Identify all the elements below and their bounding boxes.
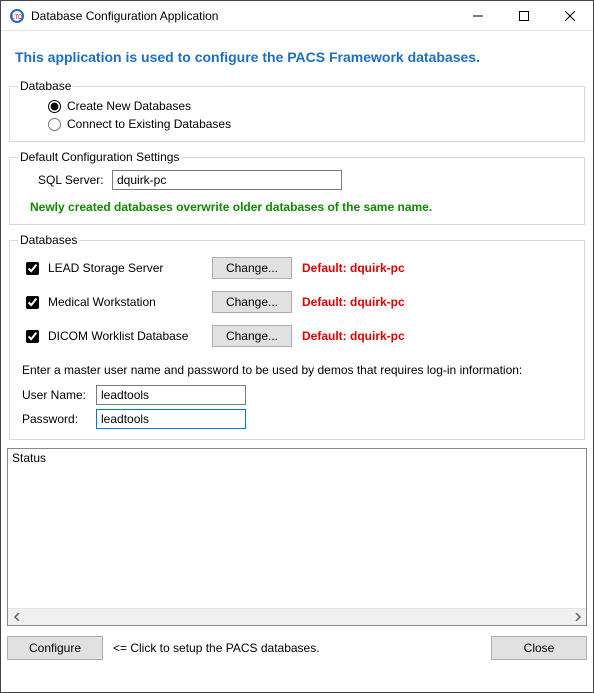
content-area: This application is used to configure th… <box>1 31 593 440</box>
configure-button[interactable]: Configure <box>7 636 103 660</box>
db-label: Medical Workstation <box>48 295 156 309</box>
sql-server-input[interactable] <box>112 170 342 190</box>
radio-connect[interactable] <box>48 118 61 131</box>
radio-connect-label: Connect to Existing Databases <box>67 117 231 131</box>
password-label: Password: <box>22 412 90 426</box>
status-label: Status <box>12 451 46 465</box>
overwrite-warning: Newly created databases overwrite older … <box>18 192 576 216</box>
app-icon: LTD <box>9 8 25 24</box>
change-button-medical-workstation[interactable]: Change... <box>212 291 292 313</box>
password-row: Password: <box>18 407 576 431</box>
page-heading: This application is used to configure th… <box>15 49 583 65</box>
bottom-bar: Configure <= Click to setup the PACS dat… <box>1 630 593 666</box>
db-row-medical-workstation: Medical Workstation Change... Default: d… <box>18 285 576 319</box>
sql-server-label: SQL Server: <box>38 173 106 187</box>
sql-server-row: SQL Server: <box>18 168 576 192</box>
db-row-dicom-worklist: DICOM Worklist Database Change... Defaul… <box>18 319 576 353</box>
change-button-dicom-worklist[interactable]: Change... <box>212 325 292 347</box>
username-row: User Name: <box>18 383 576 407</box>
default-tag-dicom-worklist: Default: dquirk-pc <box>302 329 405 343</box>
group-databases-legend: Databases <box>18 233 79 247</box>
minimize-button[interactable] <box>455 1 501 30</box>
radio-create-label: Create New Databases <box>67 99 191 113</box>
configure-hint: <= Click to setup the PACS databases. <box>113 641 320 655</box>
group-database: Database Create New Databases Connect to… <box>9 79 585 142</box>
radio-connect-row: Connect to Existing Databases <box>18 115 576 133</box>
group-databases: Databases LEAD Storage Server Change... … <box>9 233 585 440</box>
radio-create-row: Create New Databases <box>18 97 576 115</box>
group-config: Default Configuration Settings SQL Serve… <box>9 150 585 225</box>
checkbox-lead-storage[interactable] <box>26 262 39 275</box>
close-button[interactable] <box>547 1 593 30</box>
horizontal-scrollbar[interactable] <box>8 608 586 625</box>
maximize-button[interactable] <box>501 1 547 30</box>
change-button-lead-storage[interactable]: Change... <box>212 257 292 279</box>
group-config-legend: Default Configuration Settings <box>18 150 181 164</box>
svg-text:LTD: LTD <box>12 15 24 21</box>
db-label: DICOM Worklist Database <box>48 329 188 343</box>
status-panel: Status <box>7 448 587 626</box>
window-controls <box>455 1 593 30</box>
db-row-lead-storage: LEAD Storage Server Change... Default: d… <box>18 251 576 285</box>
scroll-track[interactable] <box>25 609 569 625</box>
radio-create[interactable] <box>48 100 61 113</box>
window-title: Database Configuration Application <box>31 9 455 23</box>
default-tag-medical-workstation: Default: dquirk-pc <box>302 295 405 309</box>
checkbox-dicom-worklist[interactable] <box>26 330 39 343</box>
scroll-left-icon[interactable] <box>8 609 25 625</box>
db-label: LEAD Storage Server <box>48 261 163 275</box>
checkbox-medical-workstation[interactable] <box>26 296 39 309</box>
titlebar: LTD Database Configuration Application <box>1 1 593 31</box>
default-tag-lead-storage: Default: dquirk-pc <box>302 261 405 275</box>
group-database-legend: Database <box>18 79 73 93</box>
scroll-right-icon[interactable] <box>569 609 586 625</box>
username-label: User Name: <box>22 388 90 402</box>
close-action-button[interactable]: Close <box>491 636 587 660</box>
master-credentials-instruction: Enter a master user name and password to… <box>18 353 576 383</box>
username-input[interactable] <box>96 385 246 405</box>
password-input[interactable] <box>96 409 246 429</box>
